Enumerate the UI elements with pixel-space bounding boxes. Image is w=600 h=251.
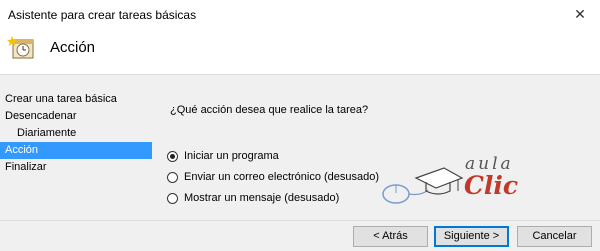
wizard-footer: < Atrás Siguiente > Cancelar bbox=[0, 220, 600, 251]
window-title: Asistente para crear tareas básicas bbox=[8, 8, 197, 22]
sidebar-item-accion: Acción bbox=[0, 142, 152, 159]
sidebar-item-desencadenar: Desencadenar bbox=[5, 110, 77, 122]
option-label: Iniciar un programa bbox=[184, 150, 279, 162]
sidebar-item-diariamente: Diariamente bbox=[17, 127, 77, 139]
option-enviar-correo[interactable]: Enviar un correo electrónico (desusado) bbox=[167, 169, 379, 185]
option-label: Enviar un correo electrónico (desusado) bbox=[184, 171, 380, 183]
option-label: Mostrar un mensaje (desusado) bbox=[184, 192, 340, 204]
title-bar: Asistente para crear tareas básicas ✕ bbox=[0, 0, 600, 29]
mouse-graduation-cap-icon bbox=[382, 167, 464, 204]
radio-mostrar-mensaje[interactable] bbox=[167, 192, 178, 204]
back-button[interactable]: < Atrás bbox=[353, 226, 428, 247]
option-iniciar-programa[interactable]: Iniciar un programa bbox=[167, 148, 279, 164]
next-button[interactable]: Siguiente > bbox=[434, 226, 509, 247]
action-question: ¿Qué acción desea que realice la tarea? bbox=[170, 104, 369, 116]
sidebar-item-finalizar: Finalizar bbox=[5, 161, 47, 173]
option-mostrar-mensaje[interactable]: Mostrar un mensaje (desusado) bbox=[167, 190, 339, 206]
sidebar-item-crear-tarea: Crear una tarea básica bbox=[5, 93, 117, 105]
cancel-button[interactable]: Cancelar bbox=[517, 226, 592, 247]
aulaclic-watermark: aula Clic bbox=[376, 154, 518, 214]
close-button[interactable]: ✕ bbox=[560, 0, 600, 29]
wizard-header: Acción bbox=[0, 29, 600, 75]
wizard-steps: Crear una tarea básica Desencadenar Diar… bbox=[0, 91, 152, 176]
radio-iniciar-programa[interactable] bbox=[167, 150, 178, 162]
watermark-clic: Clic bbox=[464, 171, 519, 200]
page-title: Acción bbox=[50, 39, 96, 56]
task-clock-icon bbox=[7, 36, 34, 59]
radio-enviar-correo[interactable] bbox=[167, 171, 178, 183]
